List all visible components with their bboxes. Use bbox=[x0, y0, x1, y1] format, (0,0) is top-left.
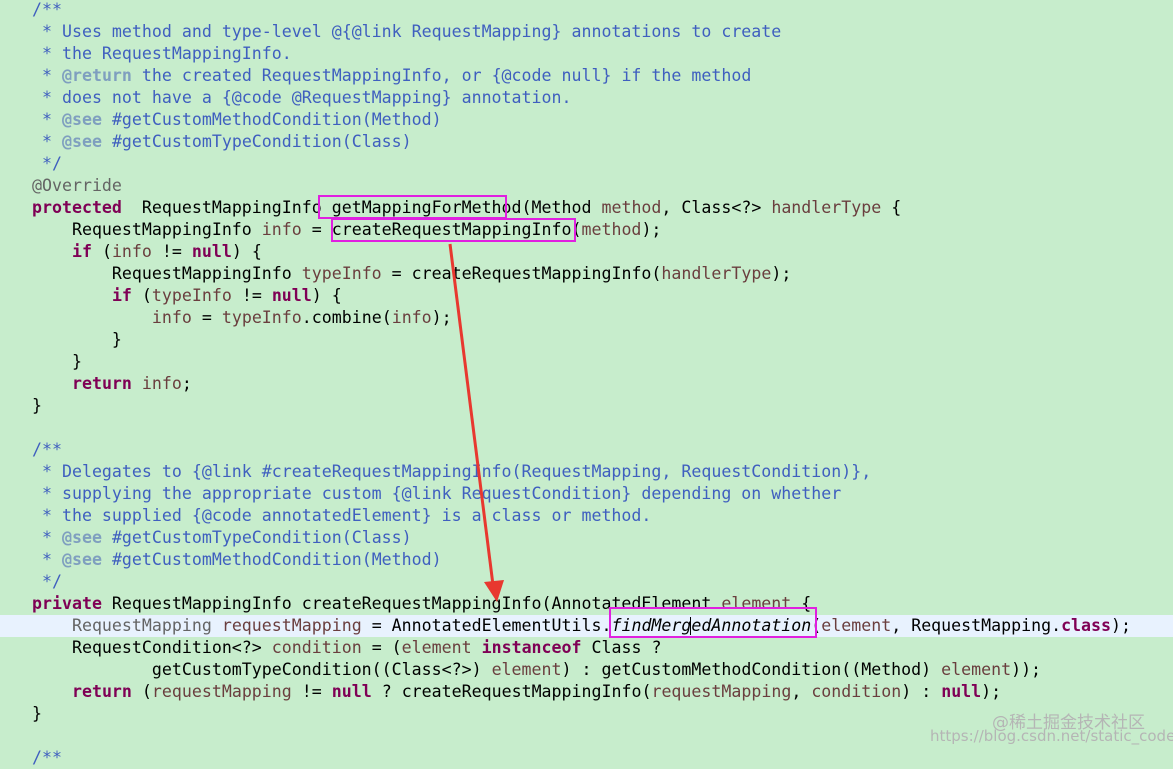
highlight-box-createRequestMappingInfo bbox=[331, 218, 576, 242]
text-caret bbox=[690, 617, 691, 635]
highlight-box-getMappingForMethod bbox=[318, 195, 507, 219]
arrow-head bbox=[484, 580, 504, 602]
highlight-box-findMergedAnnotation bbox=[609, 607, 817, 638]
annotation-arrow bbox=[448, 243, 504, 602]
arrow-shaft bbox=[448, 243, 495, 586]
watermark-url: https://blog.csdn.net/static_coder bbox=[930, 727, 1173, 745]
